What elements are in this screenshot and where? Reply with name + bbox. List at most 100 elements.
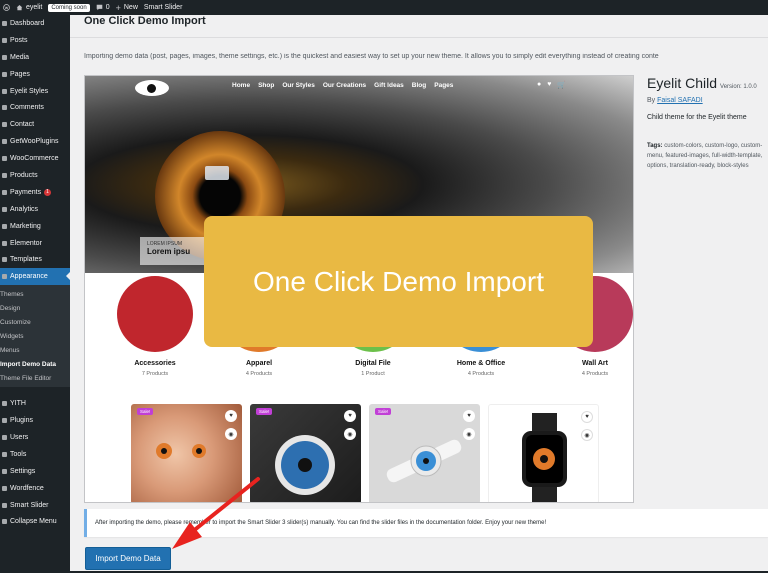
intro-text: Importing demo data (post, pages, images…	[84, 53, 659, 60]
preview-nav-link: Blog	[411, 82, 427, 89]
tools-icon	[2, 451, 7, 457]
category-image	[117, 276, 193, 352]
preview-logo-icon	[135, 80, 169, 96]
dashboard-icon	[2, 20, 7, 26]
theme-tags: Tags: custom-colors, custom-logo, custom…	[647, 141, 768, 171]
wishlist-heart-icon: ♥	[344, 410, 356, 422]
appearance-submenu: Themes Design Customize Widgets Menus Import …	[0, 285, 70, 388]
sidebar-item-label: Tools	[10, 450, 27, 458]
submenu-item-import-demo-data[interactable]: Import Demo Data	[0, 357, 70, 371]
sidebar-item-getwooplugins[interactable]: GetWooPlugins	[0, 133, 70, 150]
wordfence-icon	[2, 485, 7, 491]
sidebar-item-plugins[interactable]: Plugins	[0, 412, 70, 429]
sidebar-item-label: Dashboard	[10, 19, 45, 27]
smart-slider-link[interactable]: Smart Slider	[144, 4, 183, 11]
submenu-item-theme-file-editor[interactable]: Theme File Editor	[0, 371, 70, 385]
sidebar-item-label: Elementor	[10, 239, 42, 247]
plus-icon: +	[115, 2, 121, 13]
sidebar-item-posts[interactable]: Posts	[0, 32, 70, 49]
sidebar-item-label: Plugins	[10, 417, 33, 425]
product-card: Sale! ♥ ◉	[369, 404, 480, 502]
sidebar-item-label: Payments	[10, 188, 42, 196]
sidebar-item-label: Contact	[10, 121, 35, 129]
sidebar-item-woocommerce[interactable]: WooCommerce	[0, 150, 70, 167]
product-card: Sale! ♥ ◉	[131, 404, 242, 502]
new-content-link[interactable]: + New	[116, 3, 138, 13]
posts-icon	[2, 37, 7, 43]
preview-nav-link: Our Creations	[322, 82, 367, 89]
sidebar-item-pages[interactable]: Pages	[0, 66, 70, 83]
sidebar-item-marketing[interactable]: Marketing	[0, 218, 70, 235]
analytics-icon	[2, 206, 7, 212]
title-overlay-banner: One Click Demo Import	[204, 216, 593, 347]
marketing-icon	[2, 223, 7, 229]
tags-list: custom-colors, custom-logo, custom-menu,…	[647, 143, 763, 169]
comments-link[interactable]: 0	[96, 4, 110, 11]
eyelit-styles-icon	[2, 88, 7, 94]
sidebar-item-label: Wordfence	[10, 484, 44, 492]
products-icon	[2, 172, 7, 178]
preview-nav-link: Pages	[434, 82, 454, 89]
submenu-item-design[interactable]: Design	[0, 301, 70, 315]
cart-icon: 🛒	[557, 82, 567, 89]
category-name: Home & Office	[456, 360, 506, 367]
author-link[interactable]: Faisal SAFADI	[657, 97, 703, 104]
sidebar-item-comments[interactable]: Comments	[0, 99, 70, 116]
user-icon: ●	[537, 81, 542, 88]
payments-icon	[2, 189, 7, 195]
sidebar-item-settings[interactable]: Settings	[0, 463, 70, 480]
info-notice: After importing the demo, please remembe…	[84, 509, 768, 537]
category-count: 4 Products	[245, 371, 273, 377]
sidebar-item-analytics[interactable]: Analytics	[0, 201, 70, 218]
sidebar-item-label: Comments	[10, 104, 44, 112]
pages-icon	[2, 71, 7, 77]
submenu-item-themes[interactable]: Themes	[0, 287, 70, 301]
quick-view-eye-icon: ◉	[581, 429, 593, 441]
sidebar-item-tools[interactable]: Tools	[0, 446, 70, 463]
sidebar-item-payments[interactable]: Payments 1	[0, 184, 70, 201]
sidebar-item-collapse-menu[interactable]: Collapse Menu	[0, 513, 70, 530]
category-count: 4 Products	[467, 371, 495, 377]
sidebar-item-label: Templates	[10, 256, 42, 264]
preview-header-icons: ● ♥ 🛒	[537, 81, 566, 89]
sidebar-item-elementor[interactable]: Elementor	[0, 235, 70, 252]
sale-badge: Sale!	[256, 408, 273, 415]
sidebar-item-users[interactable]: Users	[0, 429, 70, 446]
sidebar-item-eyelit-styles[interactable]: Eyelit Styles	[0, 83, 70, 100]
notification-badge: 1	[44, 188, 51, 196]
sidebar-item-media[interactable]: Media	[0, 49, 70, 66]
sidebar-item-yith[interactable]: YITH	[0, 395, 70, 412]
sidebar-item-templates[interactable]: Templates	[0, 251, 70, 268]
wp-logo-icon[interactable]	[3, 4, 10, 11]
comments-count: 0	[105, 4, 110, 11]
sidebar-item-appearance[interactable]: Appearance	[0, 268, 70, 286]
users-icon	[2, 434, 7, 440]
tags-label: Tags:	[647, 143, 663, 149]
import-demo-data-button[interactable]: Import Demo Data	[85, 547, 171, 570]
sale-badge: Sale!	[137, 408, 154, 415]
submenu-item-customize[interactable]: Customize	[0, 315, 70, 329]
wishlist-heart-icon: ♥	[581, 411, 593, 423]
plugins-icon	[2, 418, 7, 424]
sidebar-item-label: YITH	[10, 400, 26, 408]
theme-name: Eyelit Child Version: 1.0.0	[647, 75, 768, 91]
sidebar-item-contact[interactable]: Contact	[0, 116, 70, 133]
category-name: Apparel	[245, 360, 273, 367]
overlay-text: One Click Demo Import	[253, 265, 544, 297]
sidebar-item-label: Appearance	[10, 273, 48, 281]
appearance-icon	[2, 274, 7, 280]
category-name: Accessories	[134, 360, 176, 367]
preview-products: Sale! ♥ ◉ Sale! ♥ ◉ Sale! ♥ ◉ ♥ ◉	[131, 404, 601, 502]
submenu-item-widgets[interactable]: Widgets	[0, 329, 70, 343]
sidebar-item-products[interactable]: Products	[0, 167, 70, 184]
coming-soon-badge[interactable]: Coming soon	[48, 3, 90, 12]
getwooplugins-icon	[2, 139, 7, 145]
preview-nav: Home Shop Our Styles Our Creations Gift Idea…	[232, 82, 453, 89]
sidebar-item-label: Products	[10, 171, 38, 179]
site-home-link[interactable]: eyelit	[16, 4, 42, 11]
preview-nav-link: Home	[232, 82, 251, 89]
sidebar-item-wordfence[interactable]: Wordfence	[0, 480, 70, 497]
sidebar-item-smart-slider[interactable]: Smart Slider	[0, 497, 70, 514]
sidebar-item-dashboard[interactable]: Dashboard	[0, 15, 70, 32]
submenu-item-menus[interactable]: Menus	[0, 343, 70, 357]
